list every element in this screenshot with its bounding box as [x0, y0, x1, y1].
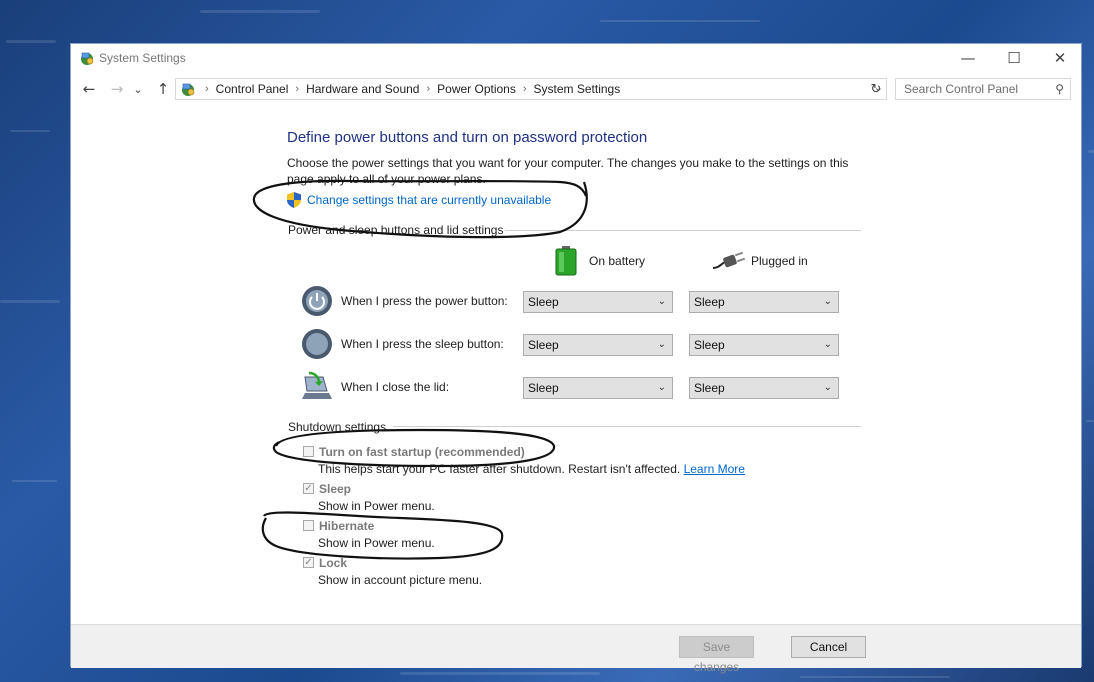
window-title: System Settings	[99, 51, 186, 65]
breadcrumb-hardware-and-sound[interactable]: Hardware and Sound	[306, 82, 419, 96]
forward-button[interactable]: →	[107, 79, 127, 99]
close-lid-battery-select[interactable]: Sleep ⌄	[523, 377, 673, 399]
address-bar-row: ← → ⌄ ↑ › Control Panel › Hardware and S…	[71, 76, 1081, 102]
chevron-down-icon: ⌄	[657, 296, 666, 307]
fast-startup-label: Turn on fast startup (recommended)	[319, 445, 525, 459]
forward-arrow-icon: →	[110, 80, 124, 98]
breadcrumb-separator-icon[interactable]: ›	[426, 83, 430, 95]
address-field[interactable]: › Control Panel › Hardware and Sound › P…	[175, 78, 887, 100]
power-button-plugged-select[interactable]: Sleep ⌄	[689, 291, 839, 313]
sleep-button-battery-select[interactable]: Sleep ⌄	[523, 334, 673, 356]
cancel-button[interactable]: Cancel	[791, 636, 866, 658]
lock-description: Show in account picture menu.	[318, 573, 483, 587]
page-title: Define power buttons and turn on passwor…	[287, 129, 648, 146]
chevron-down-icon: ⌄	[133, 82, 143, 96]
sleep-button-battery-value: Sleep	[528, 338, 559, 352]
recent-locations-button[interactable]: ⌄	[131, 79, 145, 99]
breadcrumb-system-settings[interactable]: System Settings	[534, 82, 621, 96]
close-lid-plugged-value: Sleep	[694, 381, 725, 395]
chevron-down-icon: ⌄	[657, 382, 666, 393]
chevron-down-icon: ⌄	[823, 339, 832, 350]
breadcrumb-power-options[interactable]: Power Options	[437, 82, 516, 96]
refresh-button[interactable]: ↻	[867, 78, 885, 100]
sleep-button-plugged-select[interactable]: Sleep ⌄	[689, 334, 839, 356]
shutdown-group-divider	[393, 426, 861, 427]
control-panel-icon	[81, 52, 94, 65]
search-icon[interactable]: ⚲	[1055, 79, 1064, 99]
power-plug-icon	[712, 251, 745, 269]
system-settings-window: System Settings — ☐ ✕ ← → ⌄ ↑ › Control …	[70, 43, 1082, 674]
power-button-battery-select[interactable]: Sleep ⌄	[523, 291, 673, 313]
power-button-plugged-value: Sleep	[694, 295, 725, 309]
change-settings-link[interactable]: Change settings that are currently unava…	[287, 192, 551, 208]
save-changes-button[interactable]: Save changes	[679, 636, 754, 674]
shutdown-group-label: Shutdown settings	[288, 420, 387, 434]
breadcrumb-separator-icon[interactable]: ›	[295, 83, 299, 95]
on-battery-label: On battery	[589, 254, 646, 268]
sleep-button-plugged-value: Sleep	[694, 338, 725, 352]
back-button[interactable]: ←	[79, 79, 99, 99]
fast-startup-checkbox[interactable]	[303, 446, 314, 457]
chevron-down-icon: ⌄	[657, 339, 666, 350]
lock-label: Lock	[319, 556, 348, 570]
on-battery-header: On battery	[555, 246, 645, 276]
lock-checkbox[interactable]: ✓	[303, 557, 314, 568]
hibernate-description: Show in Power menu.	[318, 536, 435, 550]
refresh-icon: ↻	[870, 81, 882, 97]
minimize-icon: —	[960, 49, 976, 67]
hibernate-checkbox[interactable]	[303, 520, 314, 531]
title-bar: System Settings — ☐ ✕	[71, 44, 1081, 72]
chevron-down-icon: ⌄	[823, 296, 832, 307]
power-button-label: When I press the power button:	[341, 294, 508, 308]
control-panel-icon	[182, 83, 195, 96]
sleep-label: Sleep	[319, 482, 352, 496]
chevron-down-icon: ⌄	[823, 382, 832, 393]
sleep-description: Show in Power menu.	[318, 499, 435, 513]
page-description: Choose the power settings that you want …	[287, 156, 849, 186]
learn-more-link[interactable]: Learn More	[684, 462, 745, 476]
power-button-icon	[302, 286, 332, 316]
maximize-button[interactable]: ☐	[991, 44, 1037, 72]
plugged-in-header: Plugged in	[711, 250, 808, 272]
button-bar: Save changes Cancel	[71, 624, 1081, 674]
breadcrumb-control-panel[interactable]: Control Panel	[216, 82, 289, 96]
up-arrow-icon: ↑	[156, 80, 170, 98]
back-arrow-icon: ←	[82, 80, 96, 98]
close-lid-plugged-select[interactable]: Sleep ⌄	[689, 377, 839, 399]
fast-startup-description: This helps start your PC faster after sh…	[318, 462, 745, 476]
battery-icon	[555, 246, 577, 276]
sleep-button-label: When I press the sleep button:	[341, 337, 504, 351]
sleep-checkbox[interactable]: ✓	[303, 483, 314, 494]
minimize-button[interactable]: —	[945, 44, 991, 72]
plugged-in-label: Plugged in	[751, 254, 808, 268]
search-placeholder: Search Control Panel	[904, 82, 1019, 96]
search-input[interactable]: Search Control Panel ⚲	[895, 78, 1071, 100]
change-settings-label[interactable]: Change settings that are currently unava…	[307, 193, 551, 207]
maximize-icon: ☐	[1007, 49, 1021, 67]
laptop-lid-icon	[302, 371, 332, 399]
close-icon: ✕	[1053, 49, 1067, 67]
main-content: Define power buttons and turn on passwor…	[71, 104, 1081, 624]
power-group-label: Power and sleep buttons and lid settings	[288, 223, 504, 237]
hibernate-label: Hibernate	[319, 519, 375, 533]
up-button[interactable]: ↑	[153, 79, 173, 99]
breadcrumb-separator-icon: ›	[205, 83, 209, 95]
close-lid-battery-value: Sleep	[528, 381, 559, 395]
breadcrumb-separator-icon[interactable]: ›	[523, 83, 527, 95]
power-button-battery-value: Sleep	[528, 295, 559, 309]
close-lid-label: When I close the lid:	[341, 380, 450, 394]
uac-shield-icon	[287, 192, 301, 208]
close-button[interactable]: ✕	[1037, 44, 1083, 72]
power-group-divider	[505, 230, 861, 231]
sleep-button-icon	[302, 329, 332, 359]
